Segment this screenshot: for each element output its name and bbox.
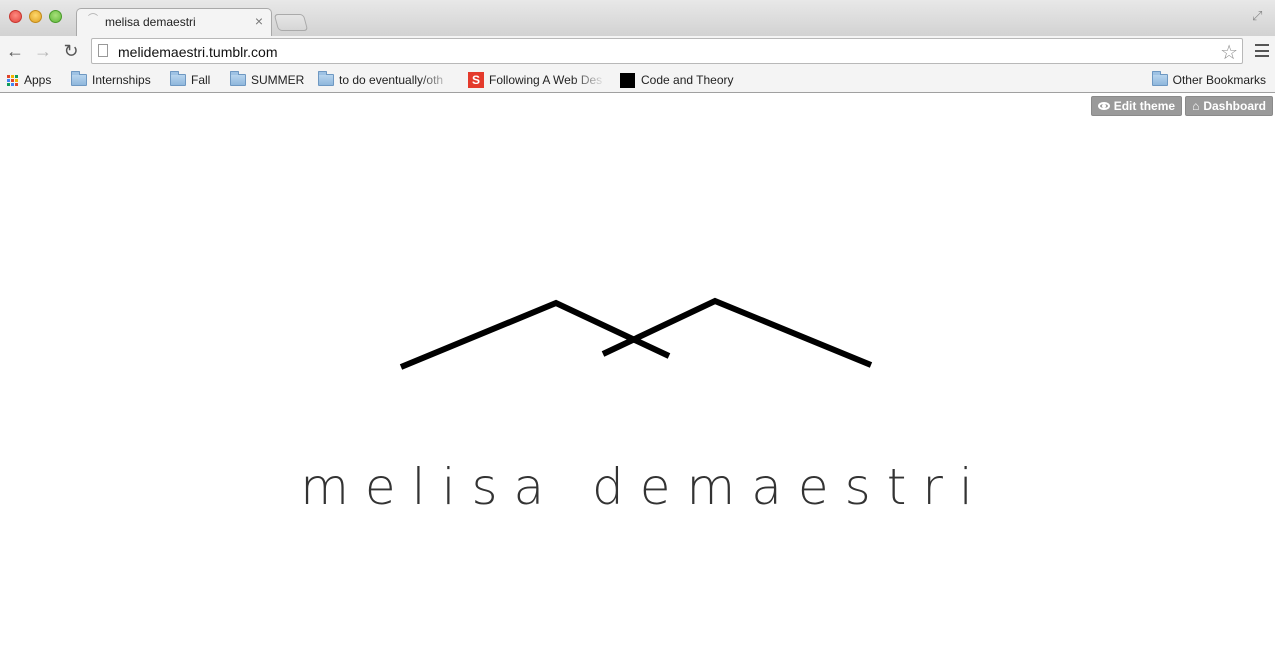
- tab-title: melisa demaestri: [105, 15, 196, 29]
- logo-strokes: [399, 297, 873, 370]
- close-window-button[interactable]: [9, 10, 22, 23]
- minimize-window-button[interactable]: [29, 10, 42, 23]
- folder-icon: [170, 71, 186, 86]
- bookmark-label: Apps: [24, 73, 52, 87]
- bookmark-label: Code and Theory: [641, 73, 734, 87]
- other-bookmarks[interactable]: Other Bookmarks: [1151, 71, 1266, 89]
- bookmark-fall[interactable]: Fall: [170, 71, 210, 89]
- bookmark-apps[interactable]: Apps: [7, 71, 51, 89]
- bookmark-to-do-eventually[interactable]: to do eventually/oth: [318, 71, 453, 89]
- edit-theme-label: Edit theme: [1113, 99, 1176, 113]
- logo-left-chevron: [399, 299, 671, 370]
- apps-icon: [7, 74, 18, 86]
- dashboard-label: Dashboard: [1203, 99, 1266, 113]
- bookmark-summer[interactable]: SUMMER: [230, 71, 304, 89]
- logo-mark: [399, 297, 873, 370]
- bookmark-code-and-theory[interactable]: Code and Theory: [620, 71, 734, 89]
- folder-icon: [230, 71, 246, 86]
- home-icon: ⌂: [1192, 99, 1200, 113]
- folder-icon: [318, 71, 334, 86]
- folder-icon: [1151, 71, 1168, 86]
- bookmark-label: Following A Web Des: [489, 73, 603, 87]
- fullscreen-icon[interactable]: ⤢: [1252, 8, 1266, 23]
- bookmark-label: Internships: [92, 73, 151, 87]
- url-text[interactable]: melidemaestri.tumblr.com: [118, 44, 278, 60]
- browser-toolbar: ← → ↻ melidemaestri.tumblr.com ☆: [0, 36, 1275, 66]
- tab-favicon-icon: ⌒: [88, 14, 98, 25]
- logo-right-chevron: [601, 297, 873, 368]
- black-square-icon: [620, 72, 635, 88]
- other-bookmarks-label: Other Bookmarks: [1172, 73, 1266, 87]
- back-arrow-icon[interactable]: ←: [4, 40, 26, 62]
- tumblr-controls: Edit theme ⌂ Dashboard: [1090, 96, 1273, 116]
- bookmark-internships[interactable]: Internships: [71, 71, 151, 89]
- new-tab-button[interactable]: [273, 14, 309, 31]
- zoom-window-button[interactable]: [49, 10, 62, 23]
- browser-tab[interactable]: ⌒ melisa demaestri ×: [76, 8, 272, 36]
- bookmark-label: Fall: [191, 73, 211, 87]
- folder-icon: [71, 71, 87, 86]
- site-name: melisa demaestri: [300, 458, 989, 516]
- chrome-menu-icon[interactable]: [1255, 44, 1269, 57]
- dashboard-button[interactable]: ⌂ Dashboard: [1185, 96, 1273, 116]
- reload-icon[interactable]: ↻: [60, 40, 82, 62]
- eye-icon: [1097, 102, 1110, 110]
- tab-close-icon[interactable]: ×: [255, 13, 263, 29]
- edit-theme-button[interactable]: Edit theme: [1090, 96, 1183, 116]
- s-logo-icon: S: [468, 72, 484, 88]
- browser-titlebar: ⌒ melisa demaestri × ⤢: [0, 0, 1275, 36]
- bookmarks-bar: Apps Internships Fall SUMMER to do event…: [0, 66, 1275, 93]
- address-bar[interactable]: melidemaestri.tumblr.com ☆: [91, 38, 1243, 64]
- bookmark-label: SUMMER: [251, 73, 305, 87]
- bookmark-star-icon[interactable]: ☆: [1220, 40, 1238, 65]
- bookmark-label: to do eventually/oth: [339, 73, 444, 87]
- forward-arrow-icon[interactable]: →: [32, 40, 54, 62]
- bookmark-following-a-web-designer[interactable]: S Following A Web Des: [468, 71, 606, 89]
- page-icon: [98, 44, 108, 57]
